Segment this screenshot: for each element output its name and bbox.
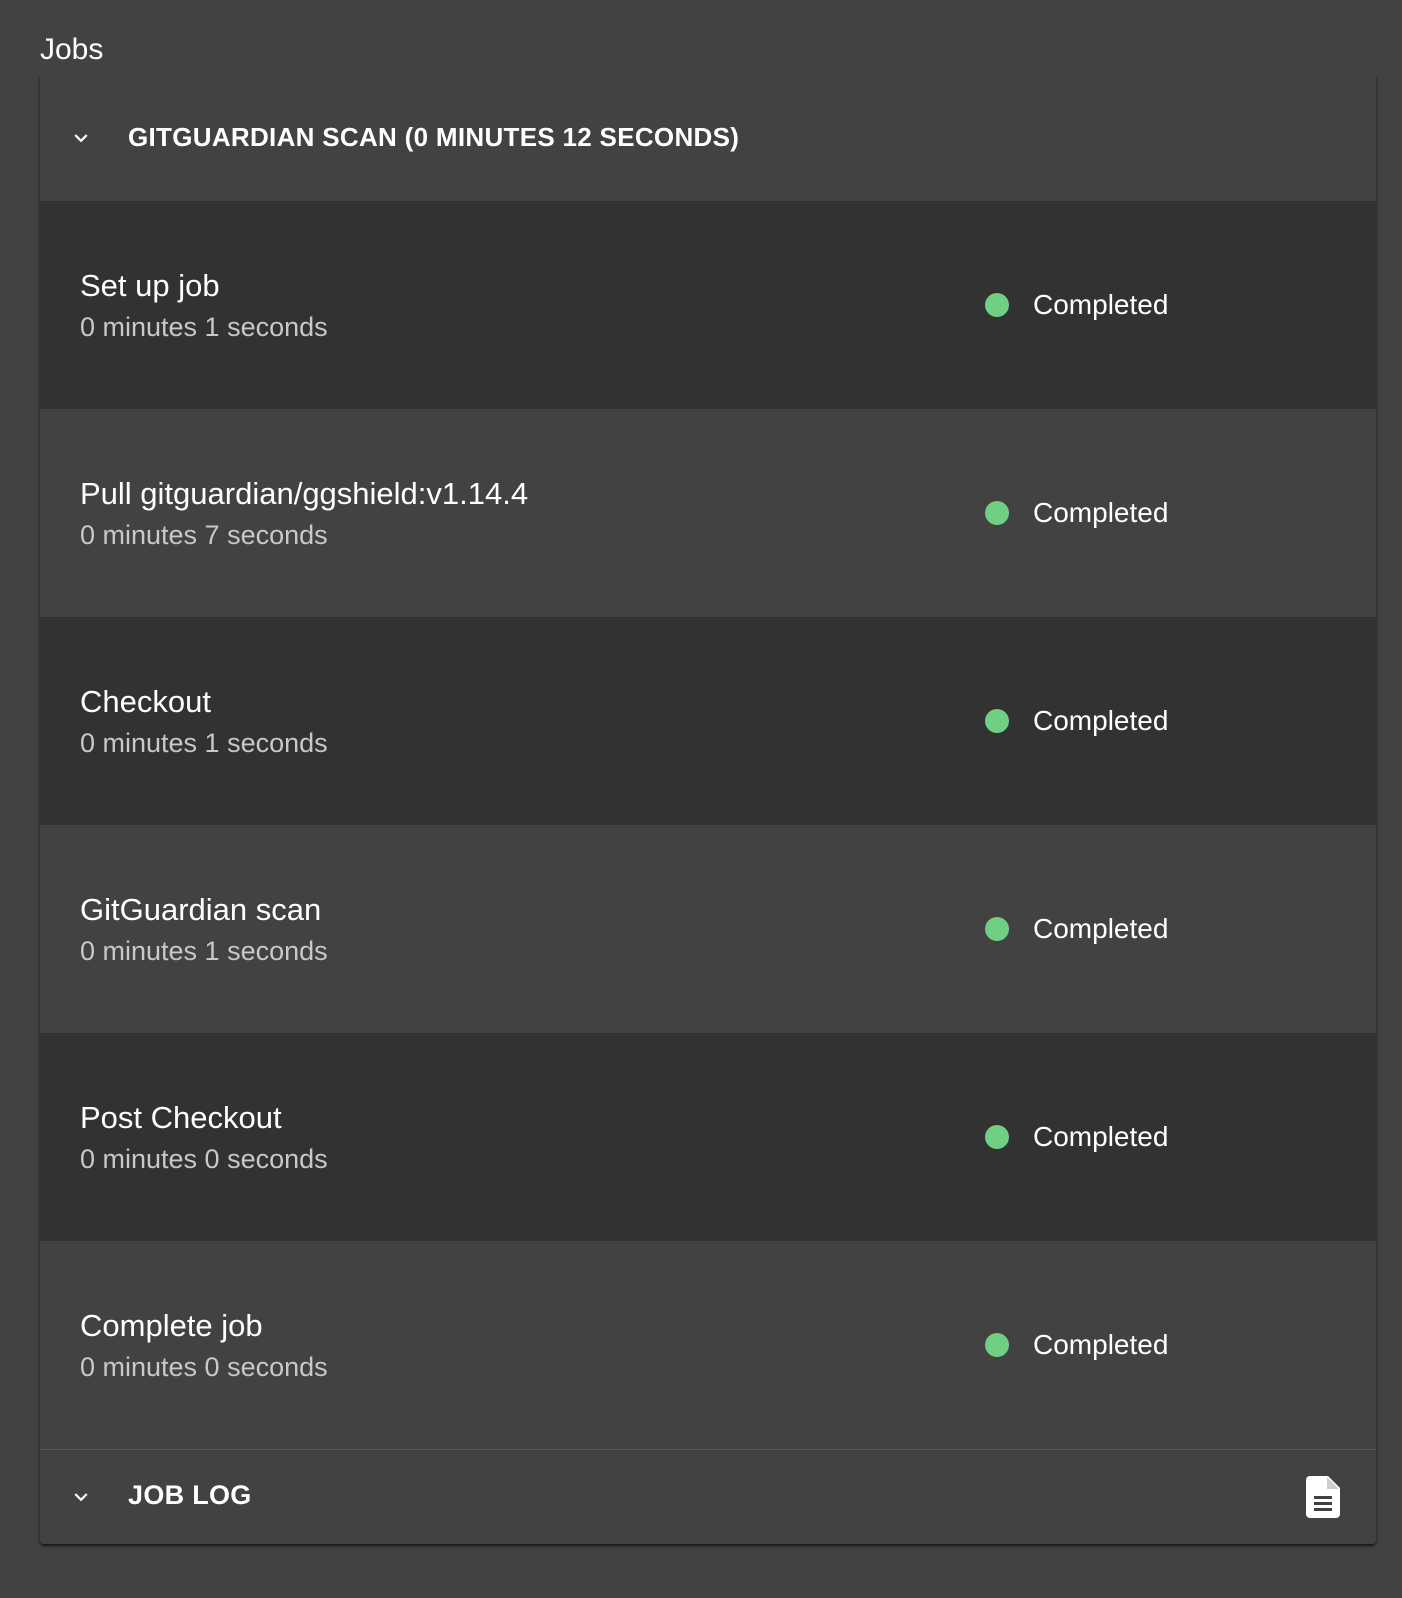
step-row[interactable]: GitGuardian scan 0 minutes 1 seconds Com… bbox=[40, 825, 1376, 1033]
status-dot-icon bbox=[985, 1125, 1009, 1149]
step-name: Checkout bbox=[80, 684, 211, 719]
step-name: Complete job bbox=[80, 1308, 263, 1343]
step-duration: 0 minutes 7 seconds bbox=[80, 520, 328, 550]
step-row[interactable]: Post Checkout 0 minutes 0 seconds Comple… bbox=[40, 1033, 1376, 1241]
step-duration: 0 minutes 1 seconds bbox=[80, 936, 328, 966]
status-dot-icon bbox=[985, 293, 1009, 317]
status-label: Completed bbox=[1033, 1121, 1169, 1152]
step-row[interactable]: Set up job 0 minutes 1 seconds Completed bbox=[40, 201, 1376, 409]
status-label: Completed bbox=[1033, 497, 1169, 528]
job-section-header[interactable]: GITGUARDIAN SCAN (0 MINUTES 12 SECONDS) bbox=[40, 74, 1376, 201]
step-name: GitGuardian scan bbox=[80, 892, 322, 927]
step-row[interactable]: Complete job 0 minutes 0 seconds Complet… bbox=[40, 1241, 1376, 1449]
status-dot-icon bbox=[985, 709, 1009, 733]
chevron-down-icon[interactable] bbox=[68, 1484, 94, 1510]
status-dot-icon bbox=[985, 917, 1009, 941]
status-indicator: Completed bbox=[985, 497, 1168, 529]
page-title: Jobs bbox=[40, 33, 104, 66]
status-label: Completed bbox=[1033, 705, 1169, 736]
chevron-down-icon[interactable] bbox=[68, 125, 94, 151]
job-log-title: JOB LOG bbox=[128, 1480, 252, 1510]
status-indicator: Completed bbox=[985, 1121, 1168, 1153]
step-duration: 0 minutes 1 seconds bbox=[80, 728, 328, 758]
status-indicator: Completed bbox=[985, 289, 1168, 321]
status-dot-icon bbox=[985, 501, 1009, 525]
status-indicator: Completed bbox=[985, 913, 1168, 945]
step-name: Pull gitguardian/ggshield:v1.14.4 bbox=[80, 476, 529, 511]
step-duration: 0 minutes 1 seconds bbox=[80, 312, 328, 342]
step-duration: 0 minutes 0 seconds bbox=[80, 1144, 328, 1174]
document-icon[interactable] bbox=[1306, 1476, 1340, 1518]
step-duration: 0 minutes 0 seconds bbox=[80, 1352, 328, 1382]
step-name: Set up job bbox=[80, 268, 220, 303]
job-card: GITGUARDIAN SCAN (0 MINUTES 12 SECONDS) … bbox=[40, 74, 1376, 1544]
job-title: GITGUARDIAN SCAN (0 MINUTES 12 SECONDS) bbox=[128, 122, 740, 152]
step-row[interactable]: Checkout 0 minutes 1 seconds Completed bbox=[40, 617, 1376, 825]
step-name: Post Checkout bbox=[80, 1100, 282, 1135]
status-label: Completed bbox=[1033, 913, 1169, 944]
job-log-header[interactable]: JOB LOG bbox=[40, 1449, 1376, 1544]
status-label: Completed bbox=[1033, 1329, 1169, 1360]
status-label: Completed bbox=[1033, 289, 1169, 320]
status-indicator: Completed bbox=[985, 1329, 1168, 1361]
status-indicator: Completed bbox=[985, 705, 1168, 737]
status-dot-icon bbox=[985, 1333, 1009, 1357]
step-row[interactable]: Pull gitguardian/ggshield:v1.14.4 0 minu… bbox=[40, 409, 1376, 617]
